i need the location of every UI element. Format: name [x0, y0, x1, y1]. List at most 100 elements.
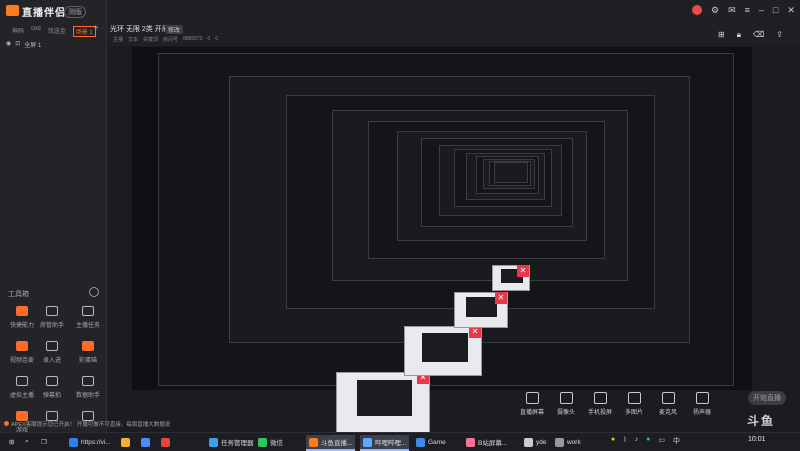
- taskbar-app-label: B站屏幕...: [478, 440, 508, 447]
- taskbar-app-10[interactable]: yde: [521, 435, 549, 449]
- taskbar-app-label: yde: [536, 438, 547, 446]
- room-title[interactable]: 光环 无限 2类 开局: [110, 24, 169, 34]
- download-tool[interactable]: 录入进: [38, 341, 66, 364]
- gift-tool[interactable]: 彩蛋喵: [74, 341, 102, 364]
- tool-label: 视频连麦: [9, 358, 34, 364]
- go-live-button[interactable]: 开始直播: [748, 391, 786, 405]
- taskbar-app-label: Game: [428, 438, 446, 446]
- app-icon: [524, 437, 533, 447]
- task-view-icon[interactable]: ❐: [38, 435, 50, 449]
- fullscreen-icon[interactable]: ⊞: [718, 30, 725, 40]
- mic-icon: [661, 392, 675, 404]
- meta-viewers: 0: [207, 36, 211, 42]
- clipboard-tool[interactable]: 主播任务: [74, 306, 102, 329]
- mirror-frame: [494, 162, 528, 183]
- share-icon[interactable]: ⇪: [776, 30, 783, 40]
- meta-text: 文本: [128, 37, 139, 43]
- avatar[interactable]: [692, 5, 702, 15]
- taskbar-app-0[interactable]: https://vi...: [66, 435, 114, 449]
- chart-icon: [82, 376, 94, 386]
- close-icon[interactable]: ✕: [517, 265, 529, 277]
- maximize-icon[interactable]: □: [773, 5, 778, 16]
- weather-icon[interactable]: ●: [611, 436, 615, 446]
- network-icon[interactable]: ⌇: [623, 436, 626, 446]
- capture-window: ✕: [492, 265, 530, 291]
- user-tool[interactable]: 房管助手: [38, 306, 66, 329]
- mail-icon[interactable]: ✉: [728, 5, 736, 16]
- bottom-bar-label: 多图片: [624, 410, 643, 416]
- capture-window: ✕: [404, 326, 482, 376]
- phone-button[interactable]: 手机投屏: [587, 390, 613, 422]
- taskbar-app-3[interactable]: [158, 435, 173, 449]
- tab-scene-1[interactable]: cod: [31, 26, 41, 37]
- images-button[interactable]: 多图片: [621, 390, 647, 422]
- lock-room-icon[interactable]: 🔒︎: [737, 30, 741, 40]
- close-icon[interactable]: ✕: [495, 292, 507, 304]
- add-scene-button[interactable]: +: [93, 23, 99, 34]
- tab-scene-0[interactable]: 神码: [12, 26, 24, 37]
- clipboard-icon: [82, 306, 94, 316]
- taskbar-app-5[interactable]: 微信: [255, 435, 286, 449]
- app-icon: [161, 437, 170, 447]
- flame-tool[interactable]: 快捷能力: [8, 306, 36, 329]
- meta-likes: 0: [215, 36, 219, 42]
- volume-icon[interactable]: ♪: [635, 436, 639, 446]
- notice-bar: APEX客服提示您已开启！ 开播可做不可直接，每周直播大数据说: [4, 420, 170, 428]
- sidebar: [0, 0, 107, 432]
- avatar-tool[interactable]: 虚拟主播: [8, 376, 36, 399]
- mic-button[interactable]: 麦克风: [655, 390, 681, 422]
- capture-window: ✕: [336, 372, 430, 434]
- taskbar-app-9[interactable]: B站屏幕...: [463, 435, 510, 449]
- wechat-tray-icon[interactable]: ●: [646, 436, 650, 446]
- gift-icon: [82, 341, 94, 351]
- lock-icon[interactable]: ⊡: [15, 40, 20, 49]
- close-icon[interactable]: ✕: [787, 5, 795, 16]
- app-icon: [363, 437, 372, 447]
- taskbar-app-label: work: [567, 438, 581, 446]
- phone-icon: [593, 392, 607, 404]
- video-icon: [16, 341, 28, 351]
- taskbar-app-4[interactable]: 任务管理器: [206, 435, 257, 449]
- tool-label: 彩蛋喵: [78, 358, 97, 364]
- tools-toggle-icon[interactable]: [89, 287, 99, 297]
- start-icon[interactable]: ⊞: [6, 435, 17, 449]
- tab-scene-2[interactable]: 司送金: [48, 26, 66, 37]
- video-tool[interactable]: 视频连麦: [8, 341, 36, 364]
- camera-icon: [46, 376, 58, 386]
- taskbar-app-label: 哔哩哔哩...: [375, 440, 407, 447]
- taskbar-app-11[interactable]: work: [552, 435, 584, 449]
- settings-icon[interactable]: ⚙: [711, 5, 719, 16]
- tool-label: 录入进: [42, 358, 61, 364]
- app-icon: [258, 437, 267, 447]
- meta-keyword: 关键词: [143, 37, 159, 43]
- tool-label: 虚拟主播: [9, 393, 34, 399]
- room-edit-tag[interactable]: 修改: [165, 25, 184, 34]
- trash-icon[interactable]: ⌫: [753, 30, 764, 40]
- source-label: 全屏 1: [24, 43, 42, 49]
- chart-tool[interactable]: 数据助手: [74, 376, 102, 399]
- search-icon[interactable]: ⌕: [22, 435, 32, 449]
- input-method-icon[interactable]: 中: [673, 436, 680, 446]
- stream-preview[interactable]: ✕ ✕ ✕ ✕: [132, 47, 752, 434]
- source-item[interactable]: ◉ ⊡ 全屏 1: [6, 40, 41, 49]
- taskbar-app-7[interactable]: 哔哩哔哩...: [360, 435, 410, 451]
- webcam-button[interactable]: 摄像头: [553, 390, 579, 422]
- taskbar-app-1[interactable]: [118, 435, 133, 449]
- notice-dot-icon: [4, 421, 9, 426]
- taskbar-app-8[interactable]: Game: [413, 435, 449, 449]
- minimize-icon[interactable]: –: [759, 5, 764, 16]
- taskbar-app-2[interactable]: [138, 435, 153, 449]
- taskbar-app-6[interactable]: 斗鱼直播...: [306, 435, 356, 451]
- menu-icon[interactable]: ≡: [745, 5, 750, 16]
- capture-window-content: [466, 297, 497, 317]
- bottom-bar-label: 手机投屏: [587, 410, 612, 416]
- clock[interactable]: 10:01: [748, 436, 766, 443]
- battery-icon[interactable]: ▭: [658, 436, 665, 446]
- tools-title: 工具箱: [8, 291, 29, 298]
- speaker-button[interactable]: 扬声器: [689, 390, 715, 422]
- app-icon: [416, 437, 425, 447]
- version-badge[interactable]: 测版: [64, 6, 86, 18]
- eye-icon[interactable]: ◉: [6, 40, 11, 49]
- screen-button[interactable]: 直播屏幕: [519, 390, 545, 422]
- camera-tool[interactable]: 弹幕拍: [38, 376, 66, 399]
